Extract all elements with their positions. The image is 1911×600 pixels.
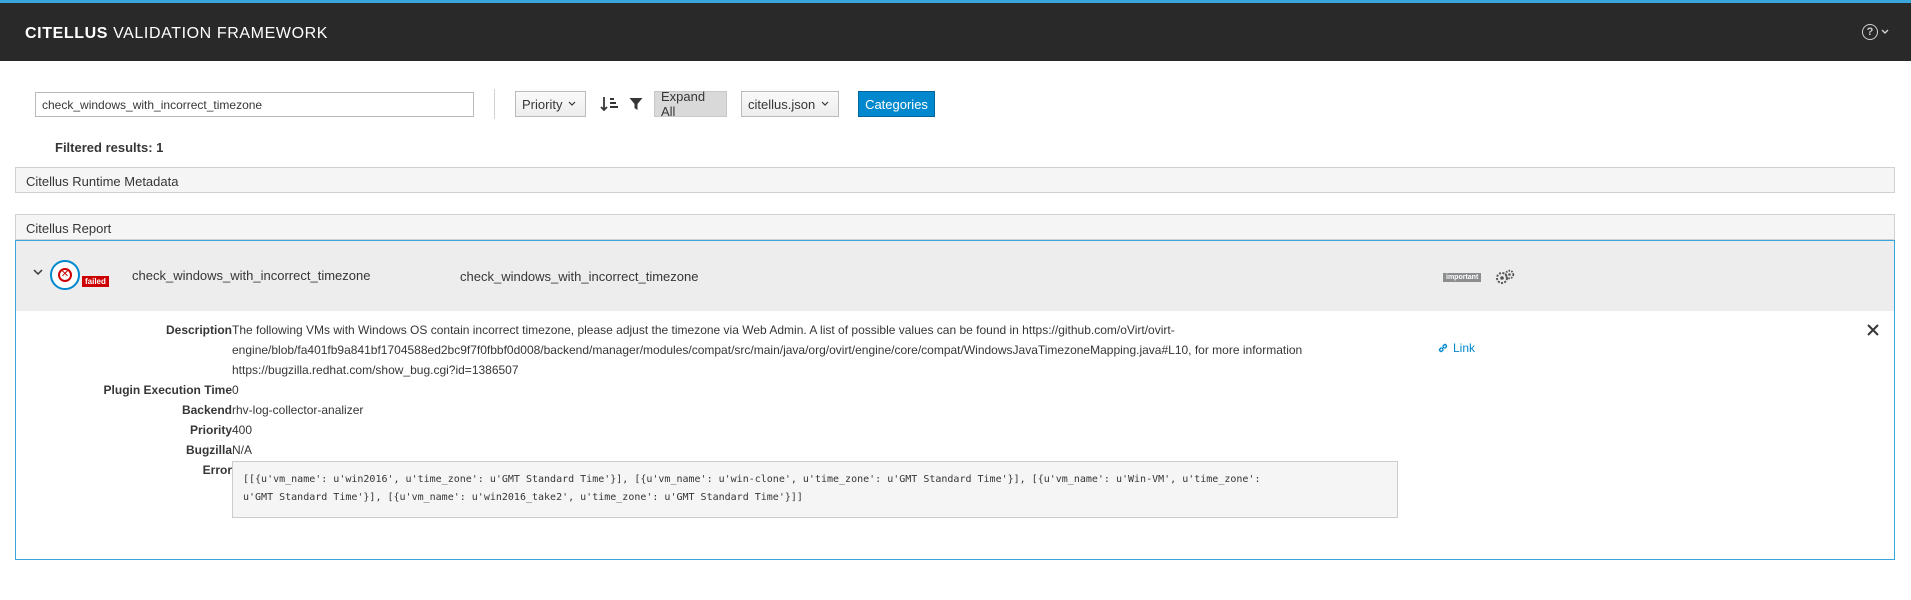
categories-button[interactable]: Categories (858, 91, 935, 117)
execution-time-label: Plugin Execution Time (103, 383, 232, 397)
execution-time-value: 0 (232, 383, 239, 397)
description-line: The following VMs with Windows OS contai… (232, 323, 1175, 337)
link-label: Link (1453, 341, 1476, 355)
json-file-dropdown[interactable]: citellus.json (741, 91, 839, 117)
runtime-metadata-panel[interactable]: Citellus Runtime Metadata (15, 167, 1895, 193)
expand-all-label: Expand All (661, 89, 706, 119)
error-circle-icon: ✕ (58, 268, 72, 282)
important-badge: important (1443, 273, 1482, 282)
brand-title[interactable]: CITELLUS VALIDATION FRAMEWORK (25, 25, 328, 43)
caret-down-icon (569, 101, 576, 106)
chevron-down-icon (1881, 29, 1889, 34)
chevron-down-icon[interactable] (32, 266, 44, 278)
gears-icon (1496, 269, 1515, 284)
filtered-results-count: Filtered results: 1 (55, 140, 164, 155)
report-panel-title: Citellus Report (26, 221, 112, 236)
navbar: CITELLUS VALIDATION FRAMEWORK ? (0, 3, 1911, 61)
bugzilla-value: N/A (232, 443, 253, 457)
brand-rest: VALIDATION FRAMEWORK (113, 25, 329, 42)
reference-link[interactable]: Link (1437, 341, 1475, 355)
description-line: https://bugzilla.redhat.com/show_bug.cgi… (232, 363, 519, 377)
close-icon[interactable] (1866, 323, 1880, 337)
description-line: engine/blob/fa401fb9a841bf1704588ed2bc9f… (232, 343, 1303, 357)
priority-value: 400 (232, 423, 253, 437)
priority-label: Priority (189, 423, 232, 437)
caret-down-icon (821, 101, 829, 106)
error-line: u'GMT Standard Time'}], [{u'vm_name': u'… (243, 492, 803, 503)
sort-amount-icon[interactable] (600, 95, 620, 113)
categories-label: Categories (865, 96, 928, 112)
search-input[interactable] (35, 92, 474, 117)
status-failed-icon: ✕ (50, 260, 80, 290)
status-badge: failed (82, 276, 109, 287)
backend-value: rhv-log-collector-analizer (232, 403, 364, 417)
report-panel-heading: Citellus Report (15, 214, 1895, 240)
filter-icon[interactable] (629, 97, 643, 111)
json-file-label: citellus.json (748, 96, 816, 112)
link-icon (1438, 343, 1448, 353)
expand-all-button[interactable]: Expand All (654, 89, 727, 119)
error-line: [[{u'vm_name': u'win2016', u'time_zone':… (243, 474, 1261, 485)
priority-dropdown-label: Priority (522, 96, 563, 112)
bugzilla-label: Bugzilla (185, 443, 232, 457)
question-circle-icon: ? (1862, 24, 1878, 40)
plugin-short-description: check_windows_with_incorrect_timezone (460, 269, 699, 284)
priority-dropdown[interactable]: Priority (515, 91, 586, 117)
result-detail-panel: Description The following VMs with Windo… (15, 311, 1895, 560)
help-menu[interactable]: ? (1862, 24, 1889, 40)
error-output: [[{u'vm_name': u'win2016', u'time_zone':… (232, 461, 1398, 518)
toolbar-divider (494, 89, 495, 119)
result-item-row[interactable]: ✕ failed check_windows_with_incorrect_ti… (15, 240, 1895, 312)
plugin-name: check_windows_with_incorrect_timezone (132, 268, 371, 283)
description-value: The following VMs with Windows OS contai… (232, 320, 1402, 380)
brand-bold: CITELLUS (25, 25, 109, 42)
error-label: Error (202, 463, 232, 477)
backend-label: Backend (181, 403, 232, 417)
runtime-metadata-title: Citellus Runtime Metadata (26, 174, 179, 189)
description-label: Description (165, 323, 232, 337)
